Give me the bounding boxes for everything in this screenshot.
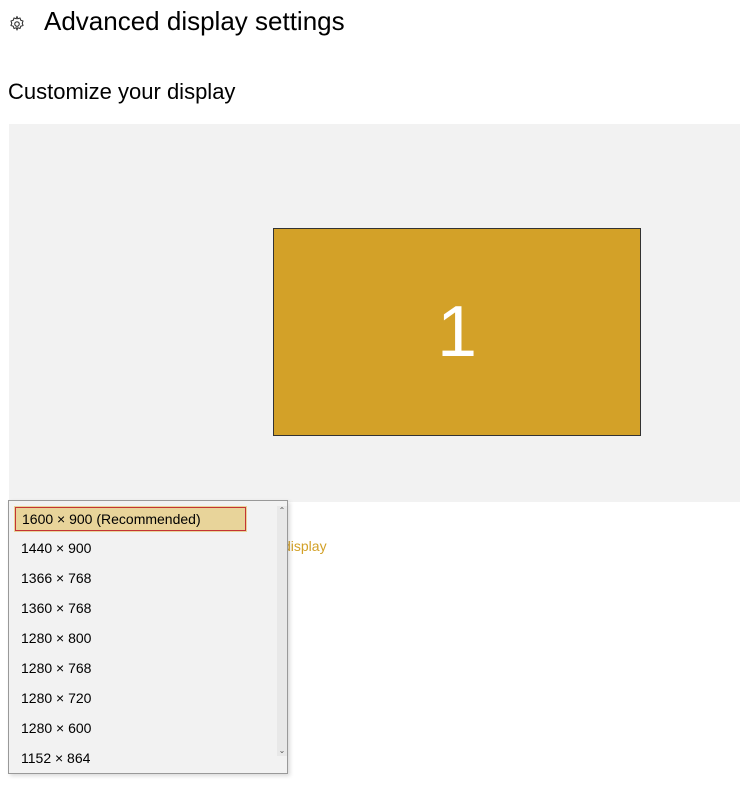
resolution-option[interactable]: 1280 × 768 [9,653,277,683]
resolution-option[interactable]: 1600 × 900 (Recommended) [14,506,247,532]
resolution-option[interactable]: 1280 × 600 [9,713,277,743]
resolution-option[interactable]: 1360 × 768 [9,593,277,623]
resolution-option[interactable]: 1152 × 864 [9,743,277,773]
scrollbar-arrow-down-icon[interactable]: ⌄ [277,746,287,756]
resolution-option[interactable]: 1440 × 900 [9,533,277,563]
wireless-display-link-partial[interactable]: display [283,538,327,554]
display-number: 1 [437,291,477,373]
page-title: Advanced display settings [44,6,345,37]
display-monitor-1[interactable]: 1 [273,228,641,436]
scrollbar-arrow-up-icon[interactable]: ⌃ [277,506,287,516]
resolution-option[interactable]: 1366 × 768 [9,563,277,593]
dropdown-scrollbar[interactable] [277,506,287,756]
resolution-dropdown-list[interactable]: ⌃ ⌄ 1600 × 900 (Recommended) 1440 × 900 … [8,500,288,774]
customize-subtitle: Customize your display [0,37,749,123]
resolution-option[interactable]: 1280 × 800 [9,623,277,653]
gear-icon [8,15,26,33]
resolution-option[interactable]: 1280 × 720 [9,683,277,713]
display-preview-area: 1 [8,123,741,503]
